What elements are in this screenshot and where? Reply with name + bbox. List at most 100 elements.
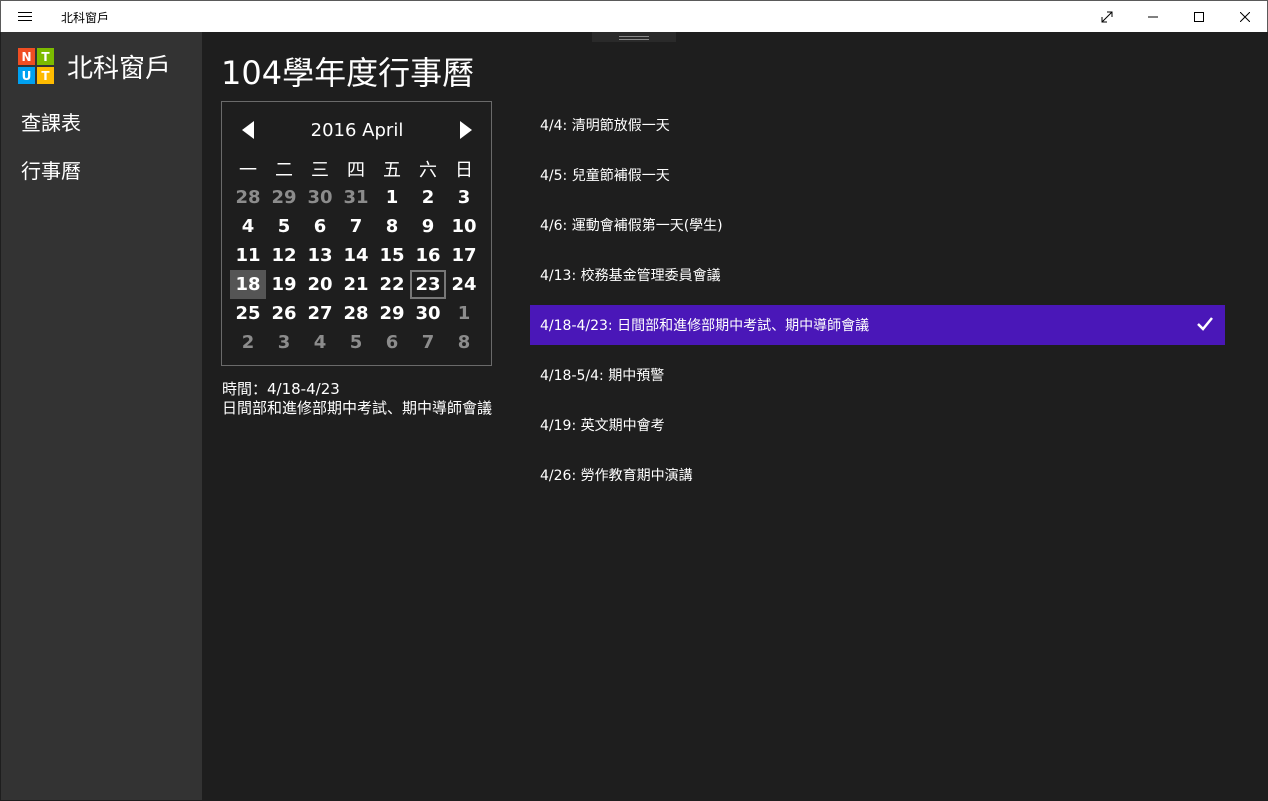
triangle-left-icon — [242, 121, 254, 139]
calendar-day[interactable]: 7 — [338, 212, 374, 241]
event-text: 4/5: 兒童節補假一天 — [540, 168, 670, 184]
weekday-label: 六 — [419, 159, 437, 181]
calendar-view: 2016 April 一二三四五六日 28 29 30 31 1 2 3 4 5 6 7 8 9 10 11 1… — [221, 101, 492, 366]
calendar-day[interactable]: 16 — [410, 241, 446, 270]
event-list: 4/4: 清明節放假一天 4/5: 兒童節補假一天 4/6: 運動會補假第一天(學生… — [530, 105, 1225, 505]
ntut-logo: N T U T — [18, 48, 54, 84]
calendar-day[interactable]: 22 — [374, 270, 410, 299]
event-text: 4/18-4/23: 日間部和進修部期中考試、期中導師會議 — [540, 318, 870, 334]
calendar-day[interactable]: 3 — [266, 328, 302, 357]
hamburger-menu-button[interactable] — [9, 5, 41, 29]
previous-month-button[interactable] — [236, 118, 260, 142]
title-bar: 北科窗戶 — [0, 0, 1268, 32]
calendar-week-row: 28 29 30 31 1 2 3 — [230, 183, 486, 212]
calendar-day[interactable]: 28 — [230, 183, 266, 212]
event-list-item[interactable]: 4/26: 勞作教育期中演講 — [530, 455, 1225, 495]
calendar-day[interactable]: 5 — [266, 212, 302, 241]
calendar-day[interactable]: 14 — [338, 241, 374, 270]
close-button[interactable] — [1222, 1, 1268, 32]
event-list-item[interactable]: 4/6: 運動會補假第一天(學生) — [530, 205, 1225, 245]
fullscreen-button[interactable] — [1084, 1, 1130, 32]
calendar-week-row: 4 5 6 7 8 9 10 — [230, 212, 486, 241]
calendar-day[interactable]: 1 — [446, 299, 482, 328]
page-title: 104學年度行事曆 — [221, 54, 475, 92]
calendar-day[interactable]: 11 — [230, 241, 266, 270]
logo-tile-u: U — [18, 67, 35, 84]
minimize-button[interactable] — [1130, 1, 1176, 32]
sidebar-item-calendar[interactable]: 行事曆 — [21, 155, 81, 184]
calendar-day[interactable]: 29 — [374, 299, 410, 328]
event-text: 4/26: 勞作教育期中演講 — [540, 468, 693, 484]
logo-tile-n: N — [18, 48, 35, 65]
event-text: 4/13: 校務基金管理委員會議 — [540, 268, 721, 284]
calendar-day[interactable]: 31 — [338, 183, 374, 212]
calendar-week-row: 25 26 27 28 29 30 1 — [230, 299, 486, 328]
calendar-day[interactable]: 7 — [410, 328, 446, 357]
calendar-day[interactable]: 23 — [410, 270, 446, 299]
calendar-day[interactable]: 19 — [266, 270, 302, 299]
calendar-day[interactable]: 28 — [338, 299, 374, 328]
event-list-item[interactable]: 4/13: 校務基金管理委員會議 — [530, 255, 1225, 295]
weekday-header-row: 一二三四五六日 — [230, 154, 486, 183]
calendar-day[interactable]: 15 — [374, 241, 410, 270]
calendar-day[interactable]: 21 — [338, 270, 374, 299]
calendar-day[interactable]: 6 — [302, 212, 338, 241]
calendar-day[interactable]: 29 — [266, 183, 302, 212]
calendar-day[interactable]: 2 — [410, 183, 446, 212]
event-list-item[interactable]: 4/18-4/23: 日間部和進修部期中考試、期中導師會議 — [530, 305, 1225, 345]
event-list-item[interactable]: 4/5: 兒童節補假一天 — [530, 155, 1225, 195]
calendar-day[interactable]: 8 — [446, 328, 482, 357]
calendar-day[interactable]: 26 — [266, 299, 302, 328]
event-list-item[interactable]: 4/19: 英文期中會考 — [530, 405, 1225, 445]
event-list-item[interactable]: 4/4: 清明節放假一天 — [530, 105, 1225, 145]
calendar-day[interactable]: 3 — [446, 183, 482, 212]
calendar-day[interactable]: 24 — [446, 270, 482, 299]
calendar-week-row: 11 12 13 14 15 16 17 — [230, 241, 486, 270]
calendar-day[interactable]: 8 — [374, 212, 410, 241]
close-icon — [1240, 11, 1250, 22]
event-text: 4/4: 清明節放假一天 — [540, 118, 670, 134]
calendar-day[interactable]: 6 — [374, 328, 410, 357]
calendar-day[interactable]: 18 — [230, 270, 266, 299]
sidebar: N T U T 北科窗戶 查課表 行事曆 — [1, 32, 202, 800]
sidebar-item-course-table[interactable]: 查課表 — [21, 107, 81, 136]
triangle-right-icon — [460, 121, 472, 139]
calendar-day[interactable]: 27 — [302, 299, 338, 328]
calendar-day[interactable]: 30 — [410, 299, 446, 328]
weekday-label: 二 — [275, 159, 293, 181]
drag-handle[interactable] — [592, 32, 676, 42]
calendar-day[interactable]: 12 — [266, 241, 302, 270]
window-title: 北科窗戶 — [61, 11, 110, 25]
weekday-label: 一 — [239, 159, 257, 181]
calendar-day[interactable]: 20 — [302, 270, 338, 299]
calendar-day[interactable]: 4 — [302, 328, 338, 357]
hamburger-icon — [18, 12, 32, 22]
weekday-label: 三 — [311, 159, 329, 181]
detail-time: 時間：4/18-4/23 — [222, 380, 340, 398]
calendar-day[interactable]: 9 — [410, 212, 446, 241]
logo-tile-t2: T — [37, 67, 54, 84]
calendar-week-row: 2345678 — [230, 328, 486, 357]
maximize-icon — [1194, 11, 1204, 22]
expand-icon — [1101, 11, 1113, 22]
event-text: 4/6: 運動會補假第一天(學生) — [540, 218, 723, 234]
calendar-day[interactable]: 4 — [230, 212, 266, 241]
maximize-button[interactable] — [1176, 1, 1222, 32]
calendar-day[interactable]: 2 — [230, 328, 266, 357]
next-month-button[interactable] — [454, 118, 478, 142]
event-list-item[interactable]: 4/18-5/4: 期中預警 — [530, 355, 1225, 395]
calendar-grid: 一二三四五六日 28 29 30 31 1 2 3 4 5 6 7 8 9 10 11 12 13 14 15 16 17… — [230, 154, 486, 357]
calendar-day[interactable]: 17 — [446, 241, 482, 270]
calendar-day[interactable]: 30 — [302, 183, 338, 212]
event-text: 4/18-5/4: 期中預警 — [540, 368, 665, 384]
calendar-month-label: 2016 April — [310, 120, 404, 141]
checkmark-icon — [1197, 317, 1213, 331]
logo-tile-t: T — [37, 48, 54, 65]
calendar-week-row: 18 19 20 21 22 23 24 — [230, 270, 486, 299]
calendar-day[interactable]: 1 — [374, 183, 410, 212]
detail-description: 日間部和進修部期中考試、期中導師會議 — [222, 399, 493, 417]
calendar-day[interactable]: 25 — [230, 299, 266, 328]
calendar-day[interactable]: 13 — [302, 241, 338, 270]
calendar-day[interactable]: 10 — [446, 212, 482, 241]
calendar-day[interactable]: 5 — [338, 328, 374, 357]
